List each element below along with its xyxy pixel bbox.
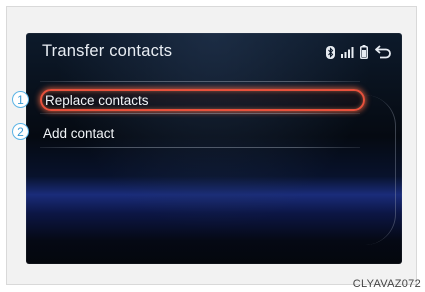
signal-icon — [341, 46, 354, 58]
menu-item-label: Replace contacts — [45, 92, 149, 108]
menu-item-add-contact[interactable]: Add contact — [40, 122, 365, 144]
scroll-arc — [365, 95, 396, 245]
row-divider — [40, 147, 360, 148]
callout-1: 1 — [12, 91, 29, 108]
bluetooth-icon — [326, 45, 335, 59]
battery-icon — [360, 45, 368, 59]
menu-item-replace-contacts[interactable]: Replace contacts — [40, 89, 365, 111]
row-divider — [40, 113, 360, 114]
screen-title: Transfer contacts — [42, 42, 173, 60]
figure-caption: CLYAVAZ072 — [352, 278, 421, 290]
callout-2: 2 — [12, 123, 29, 140]
status-bar — [326, 43, 392, 61]
top-divider — [40, 81, 360, 82]
menu-item-label: Add contact — [43, 125, 115, 141]
display-screen: Transfer contacts Replace contacts Add c… — [26, 33, 402, 264]
back-icon[interactable] — [374, 45, 392, 59]
